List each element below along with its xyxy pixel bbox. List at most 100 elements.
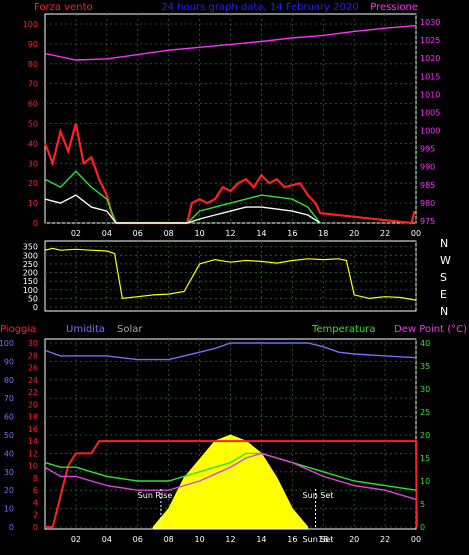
compass-e: E xyxy=(440,288,447,301)
humidity-label: Umidita xyxy=(66,324,105,335)
x-tick-label: 06 xyxy=(133,229,143,238)
humidity-y-tick-label: 80 xyxy=(4,376,14,385)
compass-n-top: N xyxy=(440,237,448,250)
direction-y-tick-label: 150 xyxy=(23,277,38,286)
pressure-y-tick-label: 1010 xyxy=(420,90,440,99)
direction-y-tick-label: 250 xyxy=(23,260,38,269)
x-tick-label: 18 xyxy=(318,229,328,238)
dewpoint-label: Dew Point (°C) xyxy=(394,324,467,335)
pressure-y-tick-label: 1015 xyxy=(420,72,440,81)
direction-y-tick-label: 200 xyxy=(23,269,38,278)
humidity-y-tick-label: 60 xyxy=(4,413,14,422)
temperature-y-tick-label: 0 xyxy=(420,523,425,532)
rain-y-tick-label: 26 xyxy=(28,364,38,373)
direction-axes: 050100150200250300350 xyxy=(23,243,38,312)
x-tick-label: 06 xyxy=(133,535,143,544)
compass-w: W xyxy=(440,254,451,267)
solar-label: Solar xyxy=(117,324,143,335)
rain-label: Pioggia xyxy=(0,324,36,335)
wind-y-tick-label: 70 xyxy=(28,80,38,89)
pressure-y-tick-label: 1030 xyxy=(420,18,440,27)
humidity-y-tick-label: 50 xyxy=(4,431,14,440)
pressure-y-tick-label: 995 xyxy=(420,145,435,154)
x-tick-label: 12 xyxy=(225,229,235,238)
rain-y-tick-label: 30 xyxy=(28,339,38,348)
x-tick-label: 12 xyxy=(225,535,235,544)
temperature-y-tick-label: 15 xyxy=(420,454,430,463)
wind-y-tick-label: 10 xyxy=(28,199,38,208)
rain-y-tick-label: 10 xyxy=(28,462,38,471)
rain-y-tick-label: 14 xyxy=(28,437,38,446)
pressure-y-tick-label: 990 xyxy=(420,163,435,172)
wind-y-tick-label: 50 xyxy=(28,120,38,129)
compass-n-bottom: N xyxy=(440,305,448,318)
x-tick-label: 20 xyxy=(349,535,359,544)
temperature-y-tick-label: 40 xyxy=(420,339,430,348)
direction-y-tick-label: 0 xyxy=(33,303,38,312)
x-tick-label: 14 xyxy=(256,535,266,544)
wind-y-tick-label: 40 xyxy=(28,139,38,148)
pressure-title: Pressione xyxy=(370,2,418,13)
weather-chart-canvas: Forza vento 24 hours graph data, 14 Febr… xyxy=(0,2,467,544)
pressure-y-tick-label: 985 xyxy=(420,181,435,190)
wind-title: Forza vento xyxy=(34,2,93,13)
wind-y-tick-label: 90 xyxy=(28,40,38,49)
rain-y-tick-label: 4 xyxy=(33,498,38,507)
x-tick-label: 10 xyxy=(194,535,204,544)
x-tick-label: 10 xyxy=(194,229,204,238)
direction-y-tick-label: 300 xyxy=(23,251,38,260)
compass-s: S xyxy=(440,271,447,284)
rain-y-tick-label: 18 xyxy=(28,413,38,422)
x-tick-label: 08 xyxy=(164,535,174,544)
x-tick-label: 22 xyxy=(380,229,390,238)
humidity-y-tick-label: 30 xyxy=(4,468,14,477)
pressure-y-tick-label: 980 xyxy=(420,199,435,208)
temperature-y-tick-label: 20 xyxy=(420,431,430,440)
humidity-y-tick-label: 0 xyxy=(9,523,14,532)
sunset-label-lower: Sun Set xyxy=(303,535,334,544)
rain-y-tick-label: 16 xyxy=(28,425,38,434)
x-tick-label: 14 xyxy=(256,229,266,238)
wind-y-tick-label: 100 xyxy=(23,20,38,29)
x-tick-label: 22 xyxy=(380,535,390,544)
x-tick-label: 02 xyxy=(71,229,81,238)
pressure-y-tick-label: 1020 xyxy=(420,54,440,63)
temperature-y-tick-label: 35 xyxy=(420,362,430,371)
rain-y-tick-label: 22 xyxy=(28,388,38,397)
rain-y-tick-label: 28 xyxy=(28,351,38,360)
direction-y-tick-label: 50 xyxy=(28,294,38,303)
rain-y-tick-label: 8 xyxy=(33,474,38,483)
x-tick-label: 02 xyxy=(71,535,81,544)
rain-y-tick-label: 24 xyxy=(28,376,38,385)
humidity-y-tick-label: 70 xyxy=(4,394,14,403)
humidity-y-tick-label: 100 xyxy=(0,339,14,348)
wind-y-tick-label: 20 xyxy=(28,179,38,188)
x-tick-label: 04 xyxy=(102,535,112,544)
temperature-y-tick-label: 10 xyxy=(420,477,430,486)
x-tick-label: 08 xyxy=(164,229,174,238)
direction-y-tick-label: 100 xyxy=(23,286,38,295)
sunrise-label: Sun Rise xyxy=(138,491,173,500)
chart-title: 24 hours graph data, 14 February 2020 xyxy=(161,2,358,13)
wind-y-tick-label: 60 xyxy=(28,100,38,109)
wind-y-tick-label: 30 xyxy=(28,159,38,168)
x-tick-label: 04 xyxy=(102,229,112,238)
rain-y-tick-label: 0 xyxy=(33,523,38,532)
direction-y-tick-label: 350 xyxy=(23,243,38,252)
pressure-y-tick-label: 1000 xyxy=(420,127,440,136)
temperature-y-tick-label: 5 xyxy=(420,500,425,509)
rain-y-tick-label: 2 xyxy=(33,511,38,520)
wind-y-tick-label: 0 xyxy=(33,219,38,228)
wind-y-tick-label: 80 xyxy=(28,60,38,69)
x-tick-label: 16 xyxy=(287,229,297,238)
temperature-label: Temperatura xyxy=(311,324,376,335)
pressure-y-tick-label: 975 xyxy=(420,217,435,226)
x-tick-label: 00 xyxy=(411,535,421,544)
humidity-y-tick-label: 20 xyxy=(4,486,14,495)
humidity-y-tick-label: 90 xyxy=(4,357,14,366)
pressure-y-tick-label: 1005 xyxy=(420,108,440,117)
pressure-y-tick-label: 1025 xyxy=(420,36,440,45)
x-tick-label: 00 xyxy=(411,229,421,238)
rain-y-tick-label: 20 xyxy=(28,400,38,409)
rain-y-tick-label: 12 xyxy=(28,449,38,458)
